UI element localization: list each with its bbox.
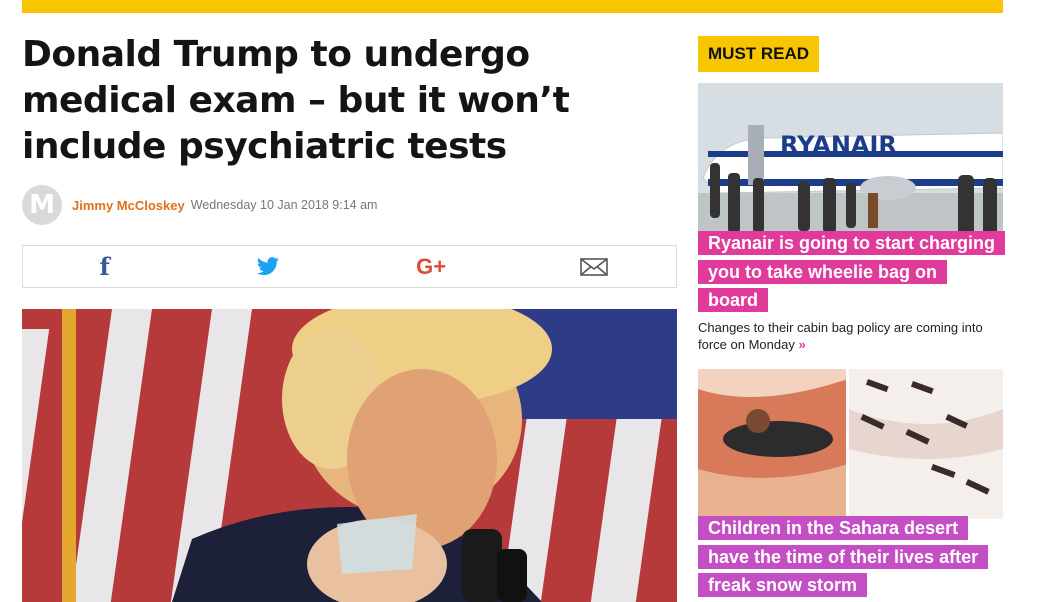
byline: M Jimmy McCloskey Wednesday 10 Jan 2018 …: [22, 185, 377, 225]
share-twitter-button[interactable]: [186, 246, 349, 287]
publish-date: Wednesday 10 Jan 2018 9:14 am: [190, 198, 378, 212]
ryanair-story-subtitle-text: Changes to their cabin bag policy are co…: [698, 320, 983, 352]
ryanair-story-title-text[interactable]: Ryanair is going to start charging you t…: [698, 231, 1006, 312]
share-facebook-button[interactable]: f: [23, 246, 186, 287]
ryanair-story-image[interactable]: RYANAIR: [698, 83, 1003, 253]
article-hero-image: [22, 309, 677, 602]
share-bar: f G+: [22, 245, 677, 288]
author-link[interactable]: Jimmy McCloskey: [72, 198, 185, 213]
ryanair-story-title[interactable]: Ryanair is going to start charging you t…: [698, 229, 1006, 315]
share-google-plus-button[interactable]: G+: [350, 246, 513, 287]
sahara-story-title-text[interactable]: Children in the Sahara desert have the t…: [698, 516, 989, 597]
email-icon: [580, 257, 609, 276]
google-plus-icon: G+: [416, 253, 447, 279]
sahara-story-title[interactable]: Children in the Sahara desert have the t…: [698, 514, 1003, 600]
facebook-icon: f: [99, 252, 110, 281]
twitter-icon: [256, 256, 279, 275]
ryanair-story-subtitle: Changes to their cabin bag policy are co…: [698, 319, 998, 353]
author-avatar[interactable]: M: [22, 185, 62, 225]
read-more-chevron-icon[interactable]: »: [798, 337, 805, 352]
article-headline: Donald Trump to undergo medical exam – b…: [22, 34, 570, 167]
sahara-story-image[interactable]: [698, 369, 1003, 519]
must-read-label: MUST READ: [698, 36, 820, 72]
share-email-button[interactable]: [513, 246, 676, 287]
ryanair-logo-text: RYANAIR: [780, 131, 897, 159]
top-accent-bar: [22, 0, 1003, 13]
